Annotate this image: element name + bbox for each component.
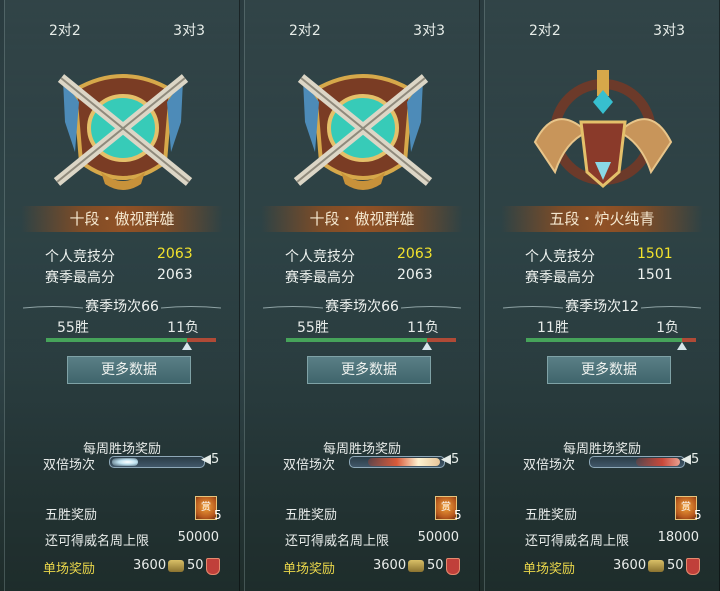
tab-3v3[interactable]: 3对3 [653,20,685,40]
tab-2v2[interactable]: 2对2 [49,20,81,40]
single-reward-label: 单场奖励 [523,562,576,577]
five-win-reward-label: 五胜奖励 [45,508,98,523]
five-win-reward-count: 5 [214,508,222,522]
coin-icon [408,560,424,572]
five-win-reward-count: 5 [694,508,702,522]
single-reward-coins: 3600 [133,558,167,573]
honor-shield-icon [686,558,700,575]
rank-panel: 2对2 3对3 五段・炉火纯青 个人竞技分 1501 赛季最高分 1501 赛季… [484,0,720,591]
losses-count: 1负 [656,320,679,336]
mode-tabs: 2对2 3对3 [485,0,719,46]
weekly-cap-value: 50000 [417,530,459,545]
double-matches-glow [636,458,680,466]
single-reward-label: 单场奖励 [283,562,336,577]
weekly-cap-label: 还可得威名周上限 [45,534,150,549]
single-reward-coins: 3600 [373,558,407,573]
double-matches-count: ◀5 [201,452,220,467]
personal-score-label: 个人竞技分 [45,249,115,265]
double-matches-track [109,456,205,468]
single-reward-coins: 3600 [613,558,647,573]
ornament-right-icon [641,306,701,309]
personal-score-label: 个人竞技分 [285,249,355,265]
win-ratio-marker-icon [677,342,688,350]
honor-shield-icon [206,558,220,575]
more-data-button[interactable]: 更多数据 [307,356,431,384]
tab-3v3[interactable]: 3对3 [413,20,445,40]
season-high-value: 2063 [157,267,193,283]
ornament-right-icon [161,306,221,309]
win-ratio-marker-icon [182,342,193,350]
weekly-cap-label: 还可得威名周上限 [525,534,630,549]
double-matches-count: ◀5 [441,452,460,467]
double-matches-glow [112,458,138,466]
personal-score-value: 2063 [397,246,433,262]
rank-panel: 2对2 3对3 十段・傲视群雄 个人竞技分 2063 赛季最高分 2063 赛季… [4,0,240,591]
win-bar-fill [286,338,428,342]
single-reward-label: 单场奖励 [43,562,96,577]
five-win-reward-count: 5 [454,508,462,522]
win-loss-bar [526,338,696,342]
losses-count: 11负 [407,320,439,336]
personal-score-value: 2063 [157,246,193,262]
single-reward-honor: 50 [427,558,444,573]
double-matches-track [589,456,685,468]
honor-shield-icon [446,558,460,575]
more-data-button[interactable]: 更多数据 [67,356,191,384]
double-matches-label: 双倍场次 [43,458,96,473]
double-matches-label: 双倍场次 [523,458,576,473]
win-bar-fill [46,338,188,342]
double-matches-count: ◀5 [681,452,700,467]
rank-title: 五段・炉火纯青 [501,206,703,232]
double-matches-glow [368,458,440,466]
season-high-value: 1501 [637,267,673,283]
double-matches-track [349,456,445,468]
double-matches-label: 双倍场次 [283,458,336,473]
mode-tabs: 2对2 3对3 [5,0,239,46]
five-win-reward-label: 五胜奖励 [285,508,338,523]
single-reward-honor: 50 [667,558,684,573]
season-high-value: 2063 [397,267,433,283]
tab-2v2[interactable]: 2对2 [289,20,321,40]
weekly-cap-label: 还可得威名周上限 [285,534,390,549]
single-reward-honor: 50 [187,558,204,573]
season-high-label: 赛季最高分 [45,270,115,286]
five-win-reward-label: 五胜奖励 [525,508,578,523]
personal-score-label: 个人竞技分 [525,249,595,265]
rank-title: 十段・傲视群雄 [21,206,223,232]
weekly-cap-value: 50000 [177,530,219,545]
gold-swords-emblem-icon [285,62,441,198]
more-data-button[interactable]: 更多数据 [547,356,671,384]
tab-3v3[interactable]: 3对3 [173,20,205,40]
rank-title: 十段・傲视群雄 [261,206,463,232]
season-high-label: 赛季最高分 [285,270,355,286]
win-ratio-marker-icon [422,342,433,350]
personal-score-value: 1501 [637,246,673,262]
losses-count: 11负 [167,320,199,336]
winged-sword-emblem-icon [525,62,681,198]
win-bar-fill [526,338,683,342]
tab-2v2[interactable]: 2对2 [529,20,561,40]
gold-swords-emblem-icon [45,62,201,198]
wins-count: 11胜 [537,320,569,336]
rank-panel: 2对2 3对3 十段・傲视群雄 个人竞技分 2063 赛季最高分 2063 赛季… [244,0,480,591]
weekly-cap-value: 18000 [657,530,699,545]
ornament-right-icon [401,306,461,309]
wins-count: 55胜 [297,320,329,336]
wins-count: 55胜 [57,320,89,336]
season-high-label: 赛季最高分 [525,270,595,286]
coin-icon [648,560,664,572]
mode-tabs: 2对2 3对3 [245,0,479,46]
coin-icon [168,560,184,572]
